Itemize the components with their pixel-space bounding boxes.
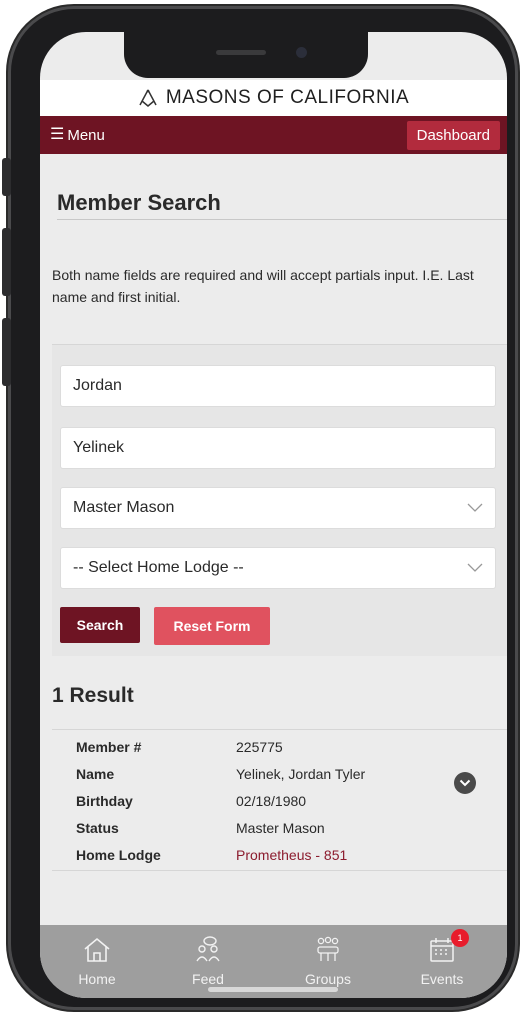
chevron-down-icon	[467, 503, 483, 512]
field-value: Master Mason	[236, 819, 325, 836]
result-count: 1 Result	[52, 684, 134, 707]
menu-label: Menu	[67, 126, 105, 144]
result-row-birthday: Birthday 02/18/1980	[76, 787, 406, 814]
phone-frame: MASONS OF CALIFORNIA ☰ Menu Dashboard Me…	[8, 6, 518, 1010]
chevron-down-icon	[459, 779, 471, 787]
square-and-compass-icon	[139, 89, 157, 107]
home-lodge-link[interactable]: Prometheus - 851	[236, 847, 406, 863]
first-name-value: Jordan	[73, 377, 122, 394]
menu-button[interactable]: ☰ Menu	[50, 127, 105, 144]
field-value: 02/18/1980	[236, 792, 307, 809]
result-row-member-number: Member # 225775	[76, 733, 406, 760]
tab-label: Events	[420, 971, 464, 987]
tab-events[interactable]: 1 Events	[387, 925, 497, 998]
app-screen: MASONS OF CALIFORNIA ☰ Menu Dashboard Me…	[40, 32, 507, 998]
field-label: Birthday	[76, 792, 133, 809]
field-label: Home Lodge	[76, 846, 161, 863]
home-icon	[84, 937, 110, 962]
result-row-name: Name Yelinek, Jordan Tyler	[76, 760, 406, 787]
chevron-down-icon	[467, 563, 483, 572]
expand-result-button[interactable]	[454, 772, 476, 794]
search-button[interactable]: Search	[60, 607, 140, 643]
tab-label: Feed	[192, 971, 224, 987]
status-select[interactable]: Master Mason	[60, 487, 496, 529]
notification-badge: 1	[451, 929, 469, 947]
brand-name: MASONS OF CALIFORNIA	[165, 87, 410, 108]
result-card: Member # 225775 Name Yelinek, Jordan Tyl…	[52, 729, 507, 871]
reset-form-button[interactable]: Reset Form	[154, 607, 270, 645]
tab-label: Groups	[305, 971, 351, 987]
lodge-selected-value: -- Select Home Lodge --	[73, 559, 244, 576]
first-name-field[interactable]: Jordan	[60, 365, 496, 407]
device-stage: MASONS OF CALIFORNIA ☰ Menu Dashboard Me…	[0, 0, 523, 1016]
home-indicator[interactable]	[208, 987, 338, 992]
home-lodge-select[interactable]: -- Select Home Lodge --	[60, 547, 496, 589]
search-instructions: Both name fields are required and will a…	[52, 267, 474, 305]
field-label: Member #	[76, 738, 142, 755]
speaker	[216, 50, 266, 55]
volume-down-button	[2, 318, 11, 386]
field-value: 225775	[236, 738, 283, 755]
volume-up-button	[2, 228, 11, 296]
feed-icon	[196, 936, 220, 962]
notch	[124, 32, 368, 78]
page-title: Member Search	[57, 190, 221, 215]
top-navbar: ☰ Menu Dashboard	[40, 116, 507, 154]
search-form: Jordan Yelinek Master Mason -- Select Ho…	[52, 344, 507, 656]
result-row-status: Status Master Mason	[76, 814, 406, 841]
title-divider	[57, 219, 507, 220]
result-row-home-lodge: Home Lodge Prometheus - 851	[76, 841, 406, 868]
hamburger-icon: ☰	[50, 126, 65, 143]
field-label: Name	[76, 765, 115, 782]
status-selected-value: Master Mason	[73, 499, 175, 516]
field-label: Status	[76, 819, 119, 836]
mute-switch	[2, 158, 11, 196]
tab-home[interactable]: Home	[42, 925, 152, 998]
main-content: Member Search Both name fields are requi…	[40, 154, 507, 952]
brand-header: MASONS OF CALIFORNIA	[40, 80, 507, 116]
dashboard-button[interactable]: Dashboard	[406, 120, 500, 150]
field-value: Yelinek, Jordan Tyler	[236, 765, 366, 782]
last-name-value: Yelinek	[73, 439, 125, 456]
last-name-field[interactable]: Yelinek	[60, 427, 496, 469]
front-camera	[296, 47, 307, 58]
groups-icon	[317, 936, 339, 961]
tab-label: Home	[78, 971, 116, 987]
